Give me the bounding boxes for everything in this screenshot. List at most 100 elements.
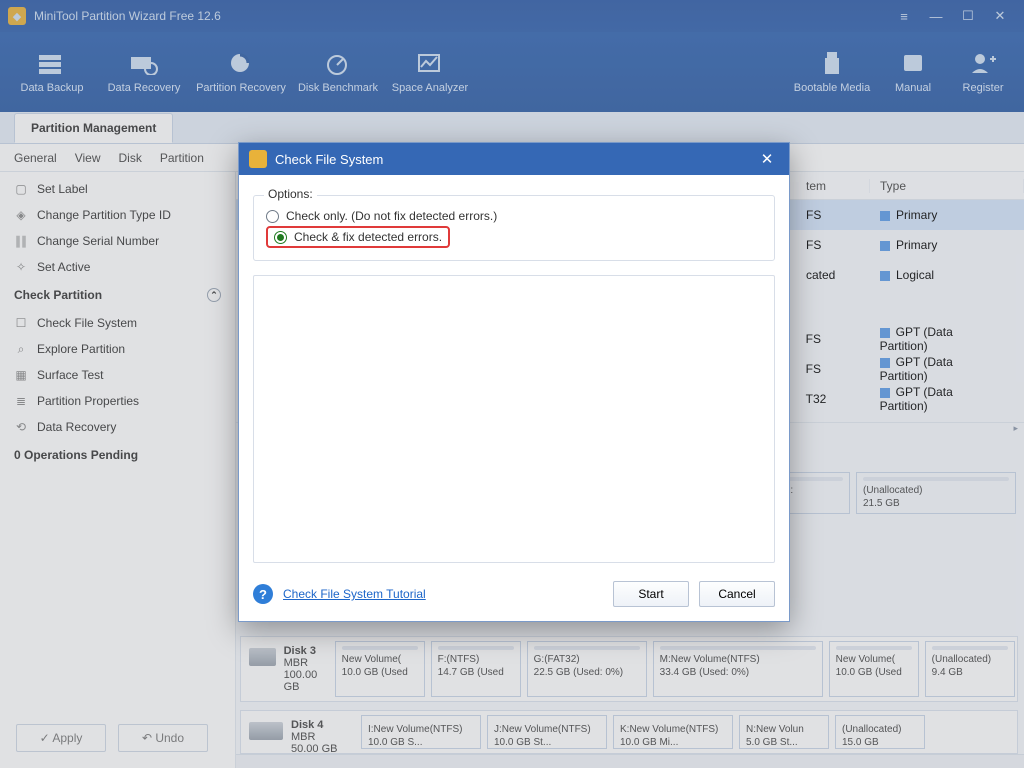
sidebar-properties[interactable]: ≣Partition Properties: [0, 388, 235, 414]
disk-visualizer: Disk 3MBR100.00 GB New Volume(10.0 GB (U…: [240, 636, 1018, 762]
options-legend: Options:: [264, 187, 317, 201]
partition-type-icon: [880, 358, 890, 368]
partition-box[interactable]: (Unallocated)9.4 GB: [925, 641, 1015, 697]
data-recovery-button[interactable]: Data Recovery: [98, 38, 190, 106]
recovery-icon: [129, 50, 159, 76]
id-icon: ◈: [14, 208, 28, 222]
disk-icon: [249, 722, 283, 740]
disk-row: Disk 4MBR50.00 GB I:New Volume(NTFS)10.0…: [240, 710, 1018, 754]
tag-icon: ▢: [14, 182, 28, 196]
window-title: MiniTool Partition Wizard Free 12.6: [34, 9, 221, 23]
disk-benchmark-button[interactable]: Disk Benchmark: [292, 38, 384, 106]
start-button[interactable]: Start: [613, 581, 689, 607]
apply-button[interactable]: ✓ Apply: [16, 724, 106, 752]
usb-icon: [817, 50, 847, 76]
data-backup-button[interactable]: Data Backup: [6, 38, 98, 106]
dialog-title: Check File System: [275, 152, 383, 167]
partition-box[interactable]: M:New Volume(NTFS)33.4 GB (Used: 0%): [653, 641, 823, 697]
partition-recovery-icon: [226, 50, 256, 76]
check-fs-icon: ☐: [14, 316, 28, 330]
cancel-button[interactable]: Cancel: [699, 581, 775, 607]
partition-type-icon: [880, 388, 890, 398]
star-icon: ✧: [14, 260, 28, 274]
minimize-button[interactable]: —: [920, 4, 952, 28]
main-toolbar: Data Backup Data Recovery Partition Reco…: [0, 32, 1024, 112]
search-icon: ⌕: [14, 342, 28, 356]
radio-check-only[interactable]: Check only. (Do not fix detected errors.…: [266, 209, 762, 223]
pending-ops-label: 0 Operations Pending: [0, 440, 235, 470]
recovery-small-icon: ⟲: [14, 420, 28, 434]
bootable-media-button[interactable]: Bootable Media: [786, 38, 878, 106]
sidebar-section-check[interactable]: Check Partition⌃: [0, 280, 235, 310]
radio-check-fix[interactable]: Check & fix detected errors.: [274, 230, 442, 244]
radio-check-fix-highlight: Check & fix detected errors.: [266, 226, 450, 248]
menu-view[interactable]: View: [75, 151, 101, 165]
analyzer-icon: [415, 50, 445, 76]
book-icon: [898, 50, 928, 76]
sidebar-set-active[interactable]: ✧Set Active: [0, 254, 235, 280]
menu-disk[interactable]: Disk: [119, 151, 142, 165]
partition-box[interactable]: I:New Volume(NTFS)10.0 GB S...: [361, 715, 481, 749]
partition-box[interactable]: J:New Volume(NTFS)10.0 GB St...: [487, 715, 607, 749]
user-plus-icon: [968, 50, 998, 76]
help-icon[interactable]: ?: [253, 584, 273, 604]
sidebar: ▢Set Label ◈Change Partition Type ID ∥∥C…: [0, 172, 236, 768]
partition-box[interactable]: K:New Volume(NTFS)10.0 GB Mi...: [613, 715, 733, 749]
sidebar-data-recovery[interactable]: ⟲Data Recovery: [0, 414, 235, 440]
sidebar-explore[interactable]: ⌕Explore Partition: [0, 336, 235, 362]
sidebar-check-fs[interactable]: ☐Check File System: [0, 310, 235, 336]
sidebar-change-type-id[interactable]: ◈Change Partition Type ID: [0, 202, 235, 228]
backup-icon: [37, 50, 67, 76]
partition-box[interactable]: N:New Volun5.0 GB St...: [739, 715, 829, 749]
partition-type-icon: [880, 211, 890, 221]
partition-box[interactable]: F:(NTFS)14.7 GB (Used: [431, 641, 521, 697]
check-fs-dialog: Check File System ✕ Options: Check only.…: [238, 142, 790, 622]
barcode-icon: ∥∥: [14, 234, 28, 248]
partition-box[interactable]: (Unallocated)21.5 GB: [856, 472, 1016, 514]
app-logo-icon: ◆: [8, 7, 26, 25]
close-button[interactable]: ✕: [984, 4, 1016, 28]
col-system[interactable]: tem: [796, 179, 870, 193]
partition-box[interactable]: New Volume(10.0 GB (Used: [829, 641, 919, 697]
menu-icon[interactable]: ≡: [888, 4, 920, 28]
partition-type-icon: [880, 241, 890, 251]
dialog-footer: ? Check File System Tutorial Start Cance…: [239, 571, 789, 621]
dialog-titlebar: Check File System ✕: [239, 143, 789, 175]
partition-type-icon: [880, 271, 890, 281]
manual-button[interactable]: Manual: [878, 38, 948, 106]
tab-partition-management[interactable]: Partition Management: [14, 113, 173, 143]
output-panel: [253, 275, 775, 563]
disk-header[interactable]: Disk 3MBR100.00 GB: [245, 641, 329, 697]
undo-button[interactable]: ↶ Undo: [118, 724, 208, 752]
benchmark-icon: [323, 50, 353, 76]
dialog-close-button[interactable]: ✕: [755, 150, 779, 168]
space-analyzer-button[interactable]: Space Analyzer: [384, 38, 476, 106]
partition-box[interactable]: G:(FAT32)22.5 GB (Used: 0%): [527, 641, 647, 697]
options-fieldset: Options: Check only. (Do not fix detecte…: [253, 195, 775, 261]
tab-strip: Partition Management: [0, 112, 1024, 144]
col-type[interactable]: Type: [870, 179, 1024, 193]
titlebar: ◆ MiniTool Partition Wizard Free 12.6 ≡ …: [0, 0, 1024, 32]
partition-type-icon: [880, 328, 890, 338]
menu-general[interactable]: General: [14, 151, 57, 165]
menu-partition[interactable]: Partition: [160, 151, 204, 165]
partition-box[interactable]: (Unallocated)15.0 GB: [835, 715, 925, 749]
dialog-logo-icon: [249, 150, 267, 168]
disk-header[interactable]: Disk 4MBR50.00 GB: [245, 715, 355, 749]
sidebar-change-serial[interactable]: ∥∥Change Serial Number: [0, 228, 235, 254]
scroll-right-icon[interactable]: ▸: [1013, 423, 1018, 434]
list-icon: ≣: [14, 394, 28, 408]
sidebar-surface-test[interactable]: ▦Surface Test: [0, 362, 235, 388]
tutorial-link[interactable]: Check File System Tutorial: [283, 587, 426, 601]
horizontal-scrollbar[interactable]: [236, 754, 1024, 768]
sidebar-footer: ✓ Apply ↶ Undo: [16, 724, 208, 752]
sidebar-set-label[interactable]: ▢Set Label: [0, 176, 235, 202]
maximize-button[interactable]: ☐: [952, 4, 984, 28]
partition-box[interactable]: New Volume(10.0 GB (Used: [335, 641, 425, 697]
chevron-up-icon: ⌃: [207, 288, 221, 302]
disk-icon: [249, 648, 276, 666]
grid-icon: ▦: [14, 368, 28, 382]
register-button[interactable]: Register: [948, 38, 1018, 106]
disk-row: Disk 3MBR100.00 GB New Volume(10.0 GB (U…: [240, 636, 1018, 702]
partition-recovery-button[interactable]: Partition Recovery: [190, 38, 292, 106]
